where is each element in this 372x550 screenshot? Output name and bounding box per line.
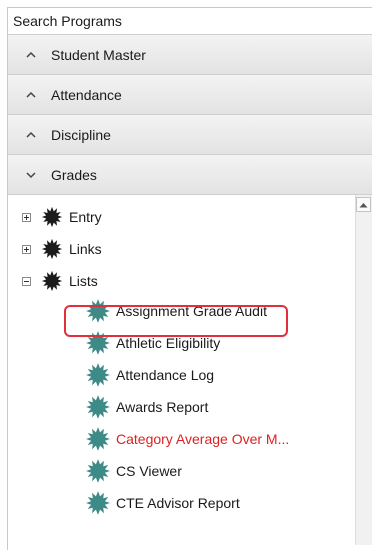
tree-folder-entry[interactable]: Entry: [22, 204, 102, 230]
search-bar: [8, 8, 372, 35]
program-label: Awards Report: [116, 399, 209, 415]
arrow-up-icon: [359, 202, 368, 207]
tree-folder-links[interactable]: Links: [22, 236, 102, 262]
gear-icon: [86, 459, 110, 483]
program-label: Category Average Over M...: [116, 431, 290, 447]
expand-icon[interactable]: [22, 244, 31, 254]
gear-icon: [86, 363, 110, 387]
section-label: Student Master: [51, 46, 146, 63]
section-attendance[interactable]: Attendance: [8, 75, 372, 115]
program-assignment-grade-audit[interactable]: Assignment Grade Audit: [85, 298, 267, 324]
section-label: Attendance: [51, 86, 122, 103]
tree-folder-lists[interactable]: Lists: [22, 268, 98, 294]
gear-icon: [41, 238, 63, 260]
program-label: Attendance Log: [116, 367, 215, 383]
scroll-up-button[interactable]: [356, 197, 371, 212]
section-student-master[interactable]: Student Master: [8, 35, 372, 75]
section-label: Grades: [51, 166, 97, 183]
gear-icon: [86, 299, 110, 323]
section-grades[interactable]: Grades: [8, 155, 372, 195]
program-label: Assignment Grade Audit: [116, 303, 267, 319]
gear-icon: [86, 331, 110, 355]
collapse-icon[interactable]: [22, 276, 31, 286]
gear-icon: [41, 270, 63, 292]
gear-icon: [86, 427, 110, 451]
grades-program-tree: Entry Links Lists Assignment Grade Audit…: [8, 195, 372, 545]
expand-icon[interactable]: [22, 212, 31, 222]
chevron-up-icon: [26, 131, 36, 138]
program-navigation-panel: Student Master Attendance Discipline Gra…: [7, 7, 372, 550]
gear-icon: [86, 395, 110, 419]
tree-scrollbar[interactable]: [355, 195, 372, 545]
section-label: Discipline: [51, 126, 111, 143]
program-label: CTE Advisor Report: [116, 495, 240, 511]
tree-label: Entry: [69, 209, 102, 225]
section-discipline[interactable]: Discipline: [8, 115, 372, 155]
program-category-average[interactable]: Category Average Over M...: [85, 426, 289, 452]
program-awards-report[interactable]: Awards Report: [85, 394, 208, 420]
search-programs-input[interactable]: [13, 13, 353, 29]
program-attendance-log[interactable]: Attendance Log: [85, 362, 214, 388]
tree-label: Lists: [69, 273, 98, 289]
program-athletic-eligibility[interactable]: Athletic Eligibility: [85, 330, 220, 356]
gear-icon: [41, 206, 63, 228]
gear-icon: [86, 491, 110, 515]
chevron-up-icon: [26, 51, 36, 58]
chevron-down-icon: [26, 171, 36, 178]
program-label: Athletic Eligibility: [116, 335, 221, 351]
program-cte-advisor-report[interactable]: CTE Advisor Report: [85, 490, 240, 516]
chevron-up-icon: [26, 91, 36, 98]
tree-label: Links: [69, 241, 102, 257]
program-cs-viewer[interactable]: CS Viewer: [85, 458, 182, 484]
program-label: CS Viewer: [116, 463, 182, 479]
